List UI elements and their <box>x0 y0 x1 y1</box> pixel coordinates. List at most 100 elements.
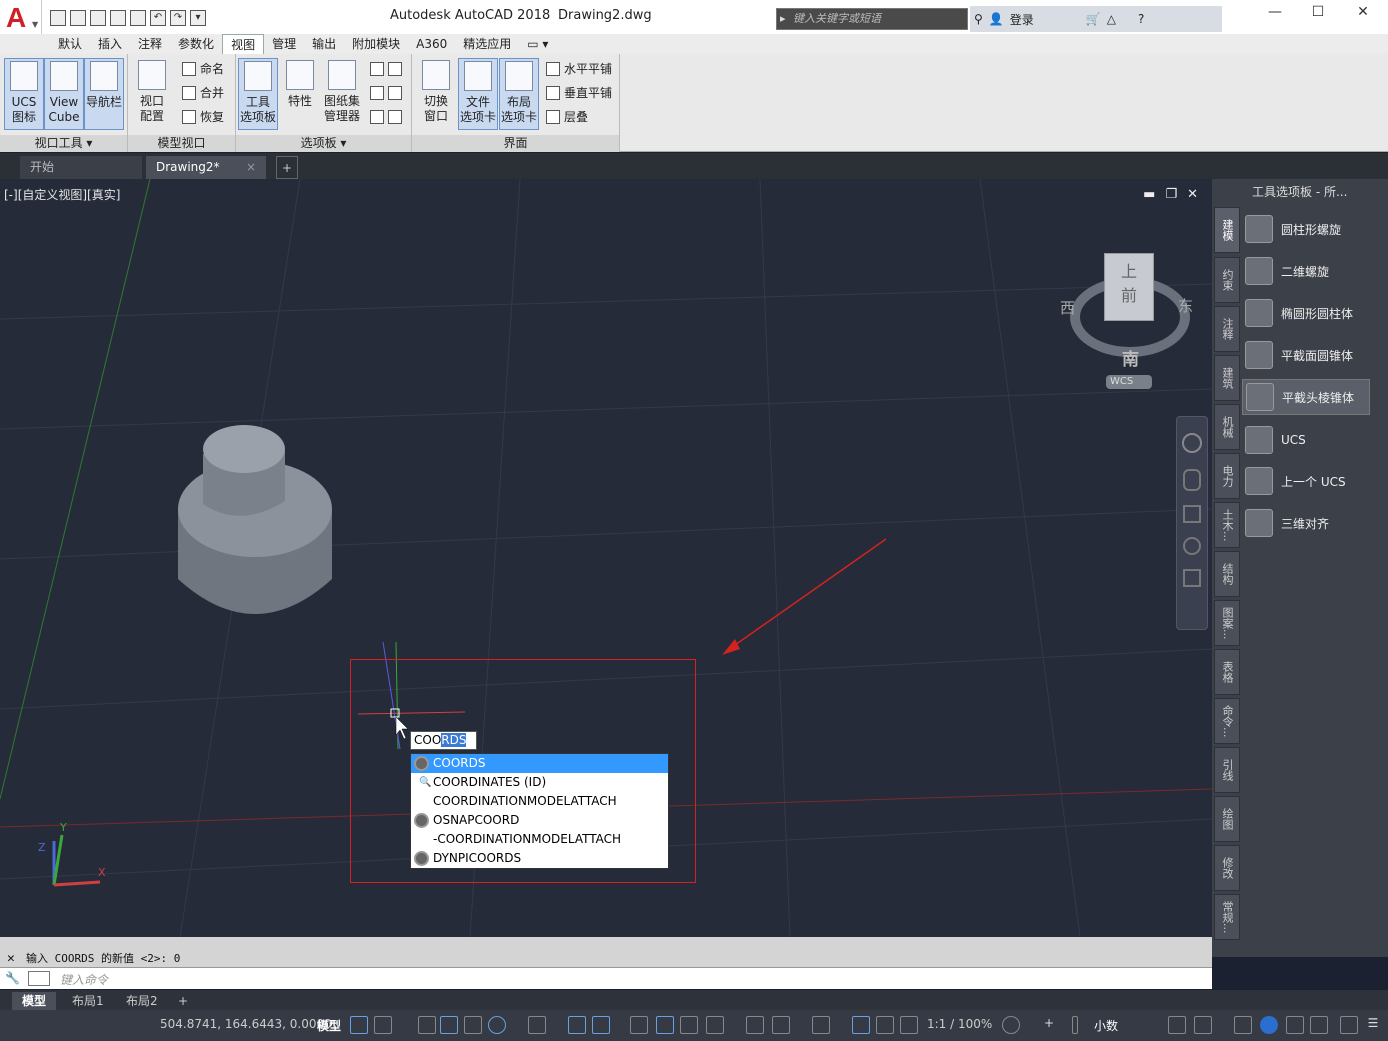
palette-tab[interactable]: 建筑 <box>1214 355 1240 401</box>
close-tab-icon[interactable]: × <box>246 156 256 179</box>
palette-small-button-1[interactable] <box>370 59 402 79</box>
tab-start[interactable]: 开始 <box>20 156 142 179</box>
lock-ui-icon[interactable] <box>1194 1016 1212 1034</box>
snap-icon[interactable] <box>374 1016 392 1034</box>
fullscreen-icon[interactable] <box>1340 1016 1358 1034</box>
qat-dropdown-icon[interactable]: ▾ <box>190 10 206 26</box>
workspace-gear-icon[interactable] <box>1002 1016 1020 1034</box>
autocomplete-item[interactable]: OSNAPCOORD <box>411 811 668 830</box>
palette-item-3d-align[interactable]: 三维对齐 <box>1242 505 1370 541</box>
selection-cycling-icon[interactable] <box>680 1016 698 1034</box>
command-prompt-icon[interactable] <box>28 971 50 986</box>
search-input[interactable]: 键入关键字或短语 <box>776 8 968 30</box>
tab-view[interactable]: 视图 <box>222 34 265 54</box>
autocomplete-item[interactable]: COORDINATIONMODELATTACH <box>411 792 668 811</box>
palette-tab[interactable]: 修改 <box>1214 845 1240 891</box>
palette-tab[interactable]: 常规... <box>1214 894 1240 940</box>
wcs-menu[interactable]: WCS <box>1106 375 1152 389</box>
viewport-controls-label[interactable]: [-][自定义视图][真实] <box>4 186 120 203</box>
palette-tab[interactable]: 图案... <box>1214 600 1240 646</box>
tab-a360[interactable]: A360 <box>408 34 455 54</box>
dynamic-command-input[interactable]: COORDS <box>410 731 477 750</box>
model-space-button[interactable]: 模型 <box>317 1017 341 1034</box>
tile-vertical-button[interactable]: 垂直平铺 <box>546 83 612 103</box>
isodraft-icon[interactable] <box>528 1016 546 1034</box>
help-icon[interactable]: ? <box>1138 12 1144 26</box>
close-icon[interactable]: ✕ <box>7 951 15 966</box>
close-button[interactable]: ✕ <box>1345 4 1381 26</box>
palette-tab[interactable]: 建模 <box>1214 207 1240 253</box>
compass-west[interactable]: 西 <box>1060 297 1075 318</box>
a360-icon[interactable]: △ <box>1107 12 1116 26</box>
palette-tab[interactable]: 注释 <box>1214 306 1240 352</box>
menu-icon[interactable]: ☰ <box>1364 1016 1382 1034</box>
add-layout-button[interactable]: + <box>168 992 198 1010</box>
tab-layout2[interactable]: 布局2 <box>116 992 168 1010</box>
palette-item-2d-spiral[interactable]: 二维螺旋 <box>1242 253 1370 289</box>
annotation-scale[interactable]: 1:1 / 100% <box>927 1017 992 1031</box>
tab-default[interactable]: 默认 <box>50 34 90 54</box>
tab-featured-apps[interactable]: 精选应用 <box>455 34 519 54</box>
tab-parametric[interactable]: 参数化 <box>170 34 222 54</box>
cascade-button[interactable]: 层叠 <box>546 107 588 127</box>
save-as-icon[interactable] <box>110 10 126 26</box>
annotation-visibility-icon[interactable] <box>852 1016 870 1034</box>
switch-window-button[interactable]: 切换 窗口 <box>416 58 456 130</box>
tool-palettes-button[interactable]: 工具 选项板 <box>238 58 278 130</box>
transparency-icon[interactable] <box>656 1016 674 1034</box>
pan-hand-icon[interactable] <box>1183 469 1201 491</box>
panel-title[interactable]: 选项板 ▾ <box>236 135 411 152</box>
cart-icon[interactable]: 🛒 <box>1086 12 1101 26</box>
selection-filter-icon[interactable] <box>772 1016 790 1034</box>
customization-icon[interactable] <box>1310 1016 1328 1034</box>
palette-item-elliptical-cylinder[interactable]: 椭圆形圆柱体 <box>1242 295 1370 331</box>
palette-small-button-3[interactable] <box>370 107 402 127</box>
tile-horizontal-button[interactable]: 水平平铺 <box>546 59 612 79</box>
palette-item-previous-ucs[interactable]: 上一个 UCS <box>1242 463 1370 499</box>
autocomplete-item[interactable]: COORDS <box>411 754 668 773</box>
quick-properties-icon[interactable] <box>1168 1016 1186 1034</box>
infer-icon[interactable] <box>418 1016 436 1034</box>
lineweight-icon[interactable] <box>630 1016 648 1034</box>
palette-item-frustum-pyramid[interactable]: 平截头棱锥体 <box>1242 379 1370 415</box>
autocomplete-item[interactable]: DYNPICOORDS <box>411 849 668 868</box>
join-viewports-button[interactable]: 合并 <box>182 83 224 103</box>
navigation-bar[interactable] <box>1176 416 1208 630</box>
properties-button[interactable]: 特性 <box>280 58 320 130</box>
new-file-icon[interactable] <box>50 10 66 26</box>
tab-addins[interactable]: 附加模块 <box>344 34 408 54</box>
panel-title[interactable]: 视口工具 ▾ <box>0 135 127 152</box>
orbit-icon[interactable] <box>1183 537 1201 555</box>
palette-tab[interactable]: 命令... <box>1214 698 1240 744</box>
palette-tab[interactable]: 表格 <box>1214 649 1240 695</box>
tab-manage[interactable]: 管理 <box>264 34 304 54</box>
steering-wheel-icon[interactable] <box>1182 433 1202 453</box>
tab-model[interactable]: 模型 <box>12 992 57 1010</box>
undo-icon[interactable]: ↶ <box>150 10 166 26</box>
redo-icon[interactable]: ↷ <box>170 10 186 26</box>
palette-tab[interactable]: 约束 <box>1214 257 1240 303</box>
showmotion-icon[interactable] <box>1183 569 1201 587</box>
coordinate-readout[interactable]: 504.8741, 164.6443, 0.0000 <box>160 1017 332 1031</box>
dynamic-input-icon[interactable] <box>746 1016 764 1034</box>
drawing-viewport[interactable]: Z Y X [-][自定义视图][真实] ▬ ❐ ✕ 上 前 西 东 南 WCS… <box>0 179 1212 937</box>
new-tab-button[interactable]: + <box>276 156 298 179</box>
palette-tab[interactable]: 电力 <box>1214 453 1240 499</box>
palette-tab[interactable]: 机械 <box>1214 404 1240 450</box>
wrench-icon[interactable]: 🔧 <box>5 971 20 985</box>
viewcube[interactable]: 上 前 西 东 南 WCS <box>1060 253 1193 389</box>
ucs-icon-button[interactable]: UCS 图标 <box>4 58 44 130</box>
tab-annotate[interactable]: 注释 <box>130 34 170 54</box>
binoculars-icon[interactable]: ⚲ <box>974 12 983 26</box>
command-input[interactable]: 🔧 键入命令 <box>0 967 1212 989</box>
navbar-button[interactable]: 导航栏 <box>84 58 124 130</box>
print-icon[interactable] <box>130 10 146 26</box>
palette-tab[interactable]: 土木... <box>1214 502 1240 548</box>
osnap-icon[interactable] <box>592 1016 610 1034</box>
palette-item-cylinder-helix[interactable]: 圆柱形螺旋 <box>1242 211 1370 247</box>
grid-icon[interactable] <box>350 1016 368 1034</box>
autocomplete-item[interactable]: 🔍 COORDINATES (ID) <box>411 773 668 792</box>
annotation-monitor-icon[interactable]: + <box>1040 1016 1058 1034</box>
vp-restore-icon[interactable]: ❐ <box>1165 187 1177 202</box>
open-file-icon[interactable] <box>70 10 86 26</box>
